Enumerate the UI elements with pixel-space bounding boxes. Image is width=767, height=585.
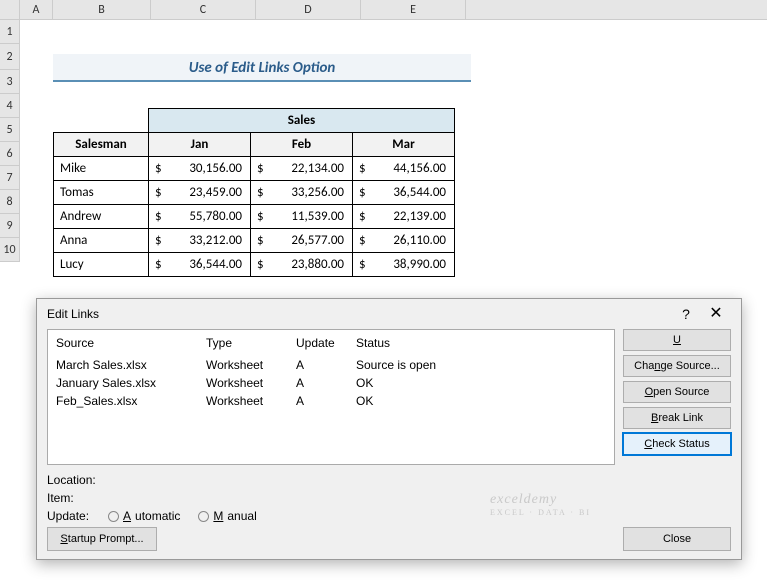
list-headers: Source Type Update Status	[48, 334, 614, 356]
empty-cell	[54, 109, 149, 133]
row-header-6[interactable]: 6	[0, 142, 19, 166]
dialog-lower-panel: Location: Item: Update: Automatic Manual	[37, 465, 741, 525]
salesman-header: Salesman	[54, 133, 149, 157]
col-header-e[interactable]: E	[361, 0, 466, 19]
month-header-feb: Feb	[251, 133, 353, 157]
salesman-name: Mike	[54, 157, 149, 181]
row-header-9[interactable]: 9	[0, 214, 19, 238]
update-label: Update:	[47, 509, 102, 523]
location-label: Location:	[47, 473, 102, 487]
money-cell: $11,539.00	[251, 205, 353, 229]
change-source-button[interactable]: Change Source...	[623, 355, 731, 377]
dialog-title-text: Edit Links	[47, 299, 671, 329]
open-source-button[interactable]: Open Source	[623, 381, 731, 403]
row-header-8[interactable]: 8	[0, 190, 19, 214]
money-cell: $36,544.00	[353, 181, 455, 205]
close-button[interactable]: Close	[623, 527, 731, 551]
salesman-name: Anna	[54, 229, 149, 253]
money-cell: $23,880.00	[251, 253, 353, 277]
salesman-name: Tomas	[54, 181, 149, 205]
row-headers: 1 2 3 4 5 6 7 8 9 10	[0, 20, 20, 262]
table-row: Sales	[54, 109, 455, 133]
edit-links-dialog: Edit Links ? ✕ Source Type Update Status…	[36, 298, 742, 560]
salesman-name: Lucy	[54, 253, 149, 277]
close-icon[interactable]: ✕	[701, 299, 731, 329]
row-header-5[interactable]: 5	[0, 118, 19, 142]
table-row: Tomas $23,459.00 $33,256.00 $36,544.00	[54, 181, 455, 205]
money-cell: $55,780.00	[149, 205, 251, 229]
sales-table: Sales Salesman Jan Feb Mar Mike $30,156.…	[53, 108, 455, 277]
money-cell: $23,459.00	[149, 181, 251, 205]
spreadsheet-grid[interactable]: Use of Edit Links Option Sales Salesman …	[20, 20, 767, 262]
col-header-d[interactable]: D	[256, 0, 361, 19]
select-all-corner[interactable]	[0, 0, 20, 19]
links-list[interactable]: Source Type Update Status March Sales.xl…	[47, 329, 615, 465]
money-cell: $26,577.00	[251, 229, 353, 253]
list-item[interactable]: January Sales.xlsx Worksheet A OK	[48, 374, 614, 392]
salesman-name: Andrew	[54, 205, 149, 229]
row-header-10[interactable]: 10	[0, 238, 19, 262]
row-header-1[interactable]: 1	[0, 20, 19, 44]
dialog-titlebar[interactable]: Edit Links ? ✕	[37, 299, 741, 329]
manual-radio[interactable]: Manual	[198, 509, 256, 523]
startup-prompt-button[interactable]: Startup Prompt...	[47, 527, 157, 551]
row-header-2[interactable]: 2	[0, 44, 19, 70]
month-header-jan: Jan	[149, 133, 251, 157]
money-cell: $26,110.00	[353, 229, 455, 253]
watermark: exceldemy EXCEL · DATA · BI	[490, 492, 591, 517]
help-icon[interactable]: ?	[671, 299, 701, 329]
table-row: Anna $33,212.00 $26,577.00 $26,110.00	[54, 229, 455, 253]
header-source[interactable]: Source	[56, 336, 206, 350]
money-cell: $36,544.00	[149, 253, 251, 277]
row-header-3[interactable]: 3	[0, 70, 19, 94]
item-label: Item:	[47, 491, 102, 505]
money-cell: $22,139.00	[353, 205, 455, 229]
header-type[interactable]: Type	[206, 336, 296, 350]
money-cell: $33,256.00	[251, 181, 353, 205]
list-item[interactable]: Feb_Sales.xlsx Worksheet A OK	[48, 392, 614, 410]
dialog-button-stack: U Change Source... Open Source Break Lin…	[623, 329, 731, 465]
table-row: Salesman Jan Feb Mar	[54, 133, 455, 157]
money-cell: $38,990.00	[353, 253, 455, 277]
list-item[interactable]: March Sales.xlsx Worksheet A Source is o…	[48, 356, 614, 374]
sales-header: Sales	[149, 109, 455, 133]
table-row: Lucy $36,544.00 $23,880.00 $38,990.00	[54, 253, 455, 277]
row-header-4[interactable]: 4	[0, 94, 19, 118]
col-header-c[interactable]: C	[151, 0, 256, 19]
table-row: Mike $30,156.00 $22,134.00 $44,156.00	[54, 157, 455, 181]
page-title: Use of Edit Links Option	[53, 54, 471, 82]
table-row: Andrew $55,780.00 $11,539.00 $22,139.00	[54, 205, 455, 229]
radio-icon	[198, 511, 209, 522]
header-status[interactable]: Status	[356, 336, 606, 350]
money-cell: $30,156.00	[149, 157, 251, 181]
update-values-button[interactable]: U	[623, 329, 731, 351]
break-link-button[interactable]: Break Link	[623, 407, 731, 429]
column-headers: A B C D E	[0, 0, 767, 20]
money-cell: $22,134.00	[251, 157, 353, 181]
automatic-radio[interactable]: Automatic	[108, 509, 180, 523]
money-cell: $44,156.00	[353, 157, 455, 181]
row-header-7[interactable]: 7	[0, 166, 19, 190]
col-header-a[interactable]: A	[20, 0, 53, 19]
month-header-mar: Mar	[353, 133, 455, 157]
check-status-button[interactable]: Check Status	[623, 433, 731, 455]
radio-icon	[108, 511, 119, 522]
money-cell: $33,212.00	[149, 229, 251, 253]
col-header-b[interactable]: B	[53, 0, 151, 19]
header-update[interactable]: Update	[296, 336, 356, 350]
